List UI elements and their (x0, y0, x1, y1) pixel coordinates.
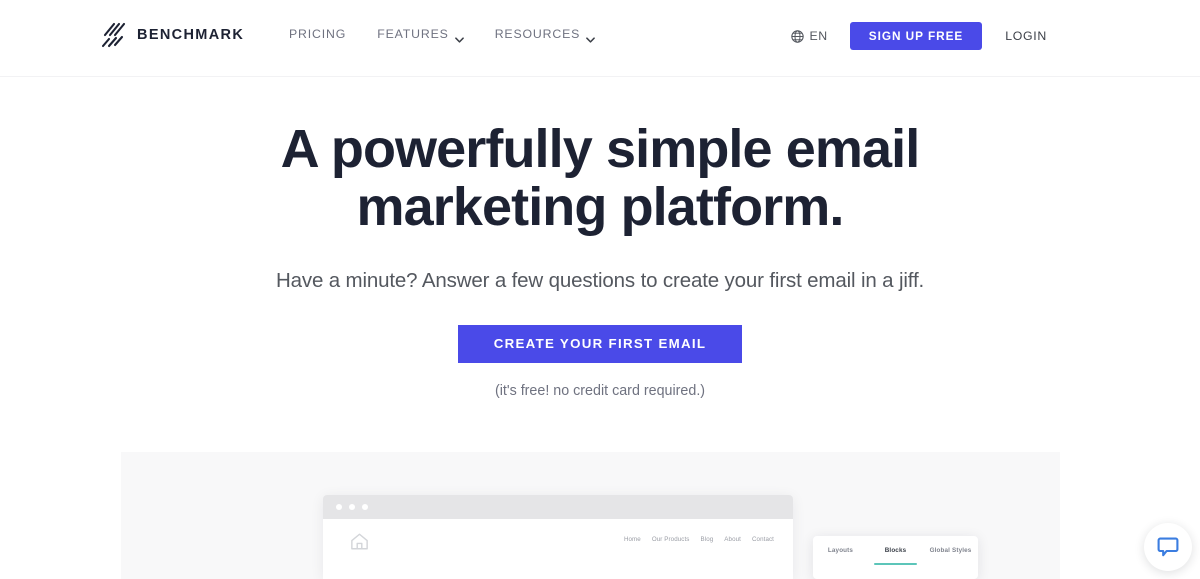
chat-bubble-icon (1157, 536, 1179, 558)
browser-mockup: Home Our Products Blog About Contact (323, 495, 793, 579)
nav-item-label: FEATURES (377, 27, 449, 41)
chevron-down-icon (586, 32, 596, 43)
nav-item-label: PRICING (289, 27, 347, 41)
browser-mockup-content: Home Our Products Blog About Contact (323, 519, 793, 579)
window-dot (336, 504, 342, 510)
nav-item-pricing[interactable]: PRICING (289, 27, 346, 41)
globe-icon (791, 29, 805, 43)
create-first-email-button[interactable]: CREATE YOUR FIRST EMAIL (457, 324, 743, 363)
page-title: A powerfully simple email marketing plat… (240, 119, 960, 237)
window-dot (349, 504, 355, 510)
header-actions: EN SIGN UP FREE LOGIN (791, 22, 1047, 50)
sign-up-free-button[interactable]: SIGN UP FREE (849, 22, 983, 50)
mockup-nav-item: Blog (700, 536, 714, 543)
chevron-down-icon (454, 32, 464, 43)
page-title-line-2: marketing platform. (356, 176, 845, 237)
benchmark-slashes-logo-icon (102, 22, 126, 48)
nav-item-resources[interactable]: RESOURCES (494, 27, 596, 43)
tab-layouts[interactable]: Layouts (813, 547, 868, 565)
brand-logo[interactable]: BENCHMARK (102, 22, 244, 48)
language-selector[interactable]: EN (791, 29, 827, 43)
main-navigation: PRICING FEATURES RESOURCES (289, 27, 596, 43)
tab-blocks[interactable]: Blocks (868, 547, 923, 565)
browser-mockup-titlebar (323, 495, 793, 519)
mockup-navigation: Home Our Products Blog About Contact (624, 536, 774, 543)
editor-tablist: Layouts Blocks Global Styles (813, 536, 978, 579)
cta-disclaimer: (it's free! no credit card required.) (494, 382, 706, 399)
nav-item-label: RESOURCES (494, 27, 581, 41)
mockup-nav-item: About (724, 536, 741, 543)
window-dot (362, 504, 368, 510)
language-label: EN (809, 29, 828, 43)
login-link[interactable]: LOGIN (1005, 29, 1047, 43)
chat-widget-button[interactable] (1144, 523, 1192, 571)
product-showcase-panel: Home Our Products Blog About Contact Lay… (121, 452, 1060, 579)
tab-global-styles[interactable]: Global Styles (923, 547, 978, 565)
nav-item-features[interactable]: FEATURES (377, 27, 464, 43)
hero-subtitle: Have a minute? Answer a few questions to… (275, 268, 925, 292)
mockup-nav-item: Contact (751, 536, 774, 543)
hero-section: A powerfully simple email marketing plat… (0, 77, 1200, 399)
mockup-nav-item: Home (623, 536, 641, 543)
mockup-nav-item: Our Products (651, 536, 690, 543)
site-header: BENCHMARK PRICING FEATURES RESOURCES EN … (0, 0, 1200, 77)
page-title-line-1: A powerfully simple email (280, 119, 921, 179)
editor-tabs-panel: Layouts Blocks Global Styles (813, 536, 978, 579)
brand-name: BENCHMARK (137, 27, 245, 43)
